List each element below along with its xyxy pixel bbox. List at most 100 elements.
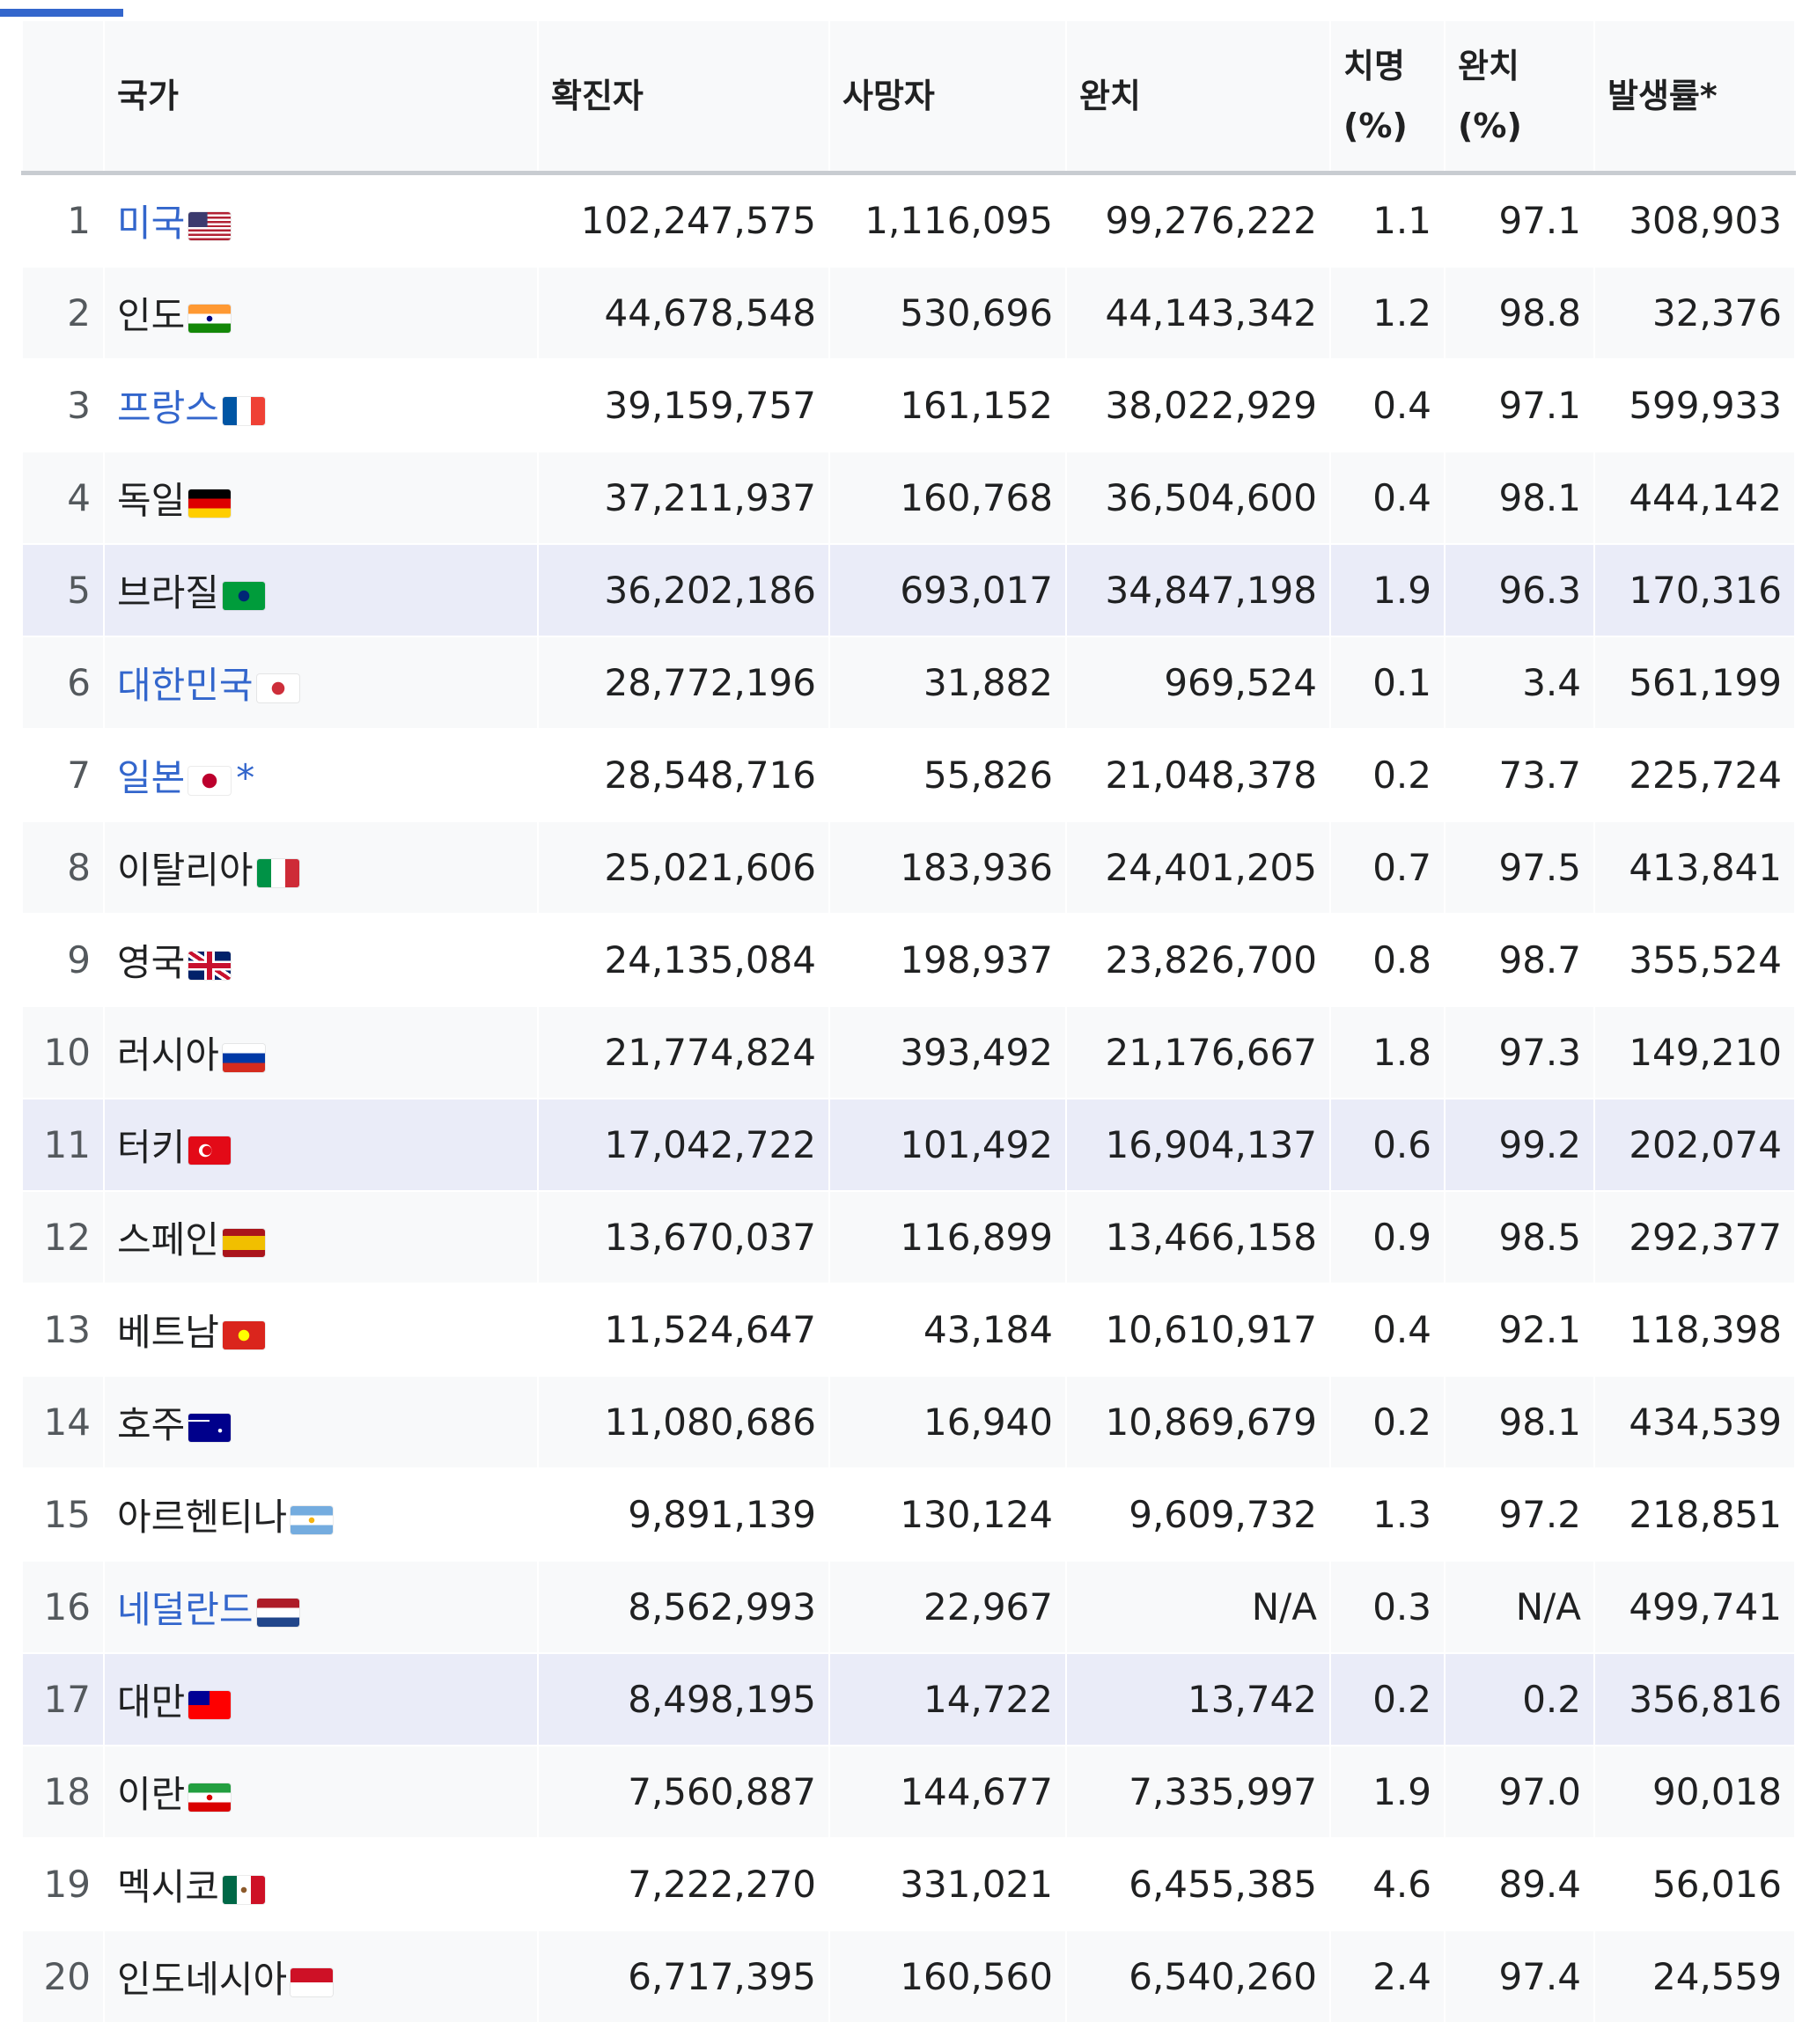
- incidence-cell: 170,316: [1593, 543, 1796, 637]
- table-body: 1 미국 102,247,575 1,116,095 99,276,222 1.1 97.1…: [21, 172, 1796, 2024]
- incidence-cell: 56,016: [1593, 1837, 1796, 1931]
- incidence-cell: 356,816: [1593, 1652, 1796, 1746]
- rank-cell: 3: [21, 358, 105, 452]
- rank-cell: 17: [21, 1652, 105, 1746]
- deaths-cell: 161,152: [828, 358, 1067, 452]
- incidence-cell: 444,142: [1593, 451, 1796, 545]
- flag-tr-icon: [188, 1136, 232, 1165]
- incidence-header[interactable]: 발생률*: [1593, 19, 1796, 175]
- fatality-rate-cell: 0.3: [1329, 1560, 1446, 1654]
- incidence-cell: 90,018: [1593, 1745, 1796, 1839]
- recovery-rate-cell: 89.4: [1444, 1837, 1595, 1931]
- recovery-rate-cell: 0.2: [1444, 1652, 1595, 1746]
- recovered-cell: 13,742: [1065, 1652, 1331, 1746]
- country-link[interactable]: 미국: [117, 202, 185, 245]
- country-name: 영국: [117, 941, 186, 984]
- country-link[interactable]: 네덜란드: [117, 1588, 254, 1631]
- flag-jp-icon: [188, 766, 232, 795]
- table-row: 9 영국 24,135,084 198,937 23,826,700 0.8 98.7 355…: [21, 913, 1796, 1007]
- confirmed-cell: 102,247,575: [537, 172, 830, 268]
- deaths-cell: 130,124: [828, 1467, 1067, 1562]
- table-row: 17 대만 8,498,195 14,722 13,742 0.2 0.2 356,816: [21, 1652, 1796, 1746]
- recovery-rate-cell: 3.4: [1444, 636, 1595, 730]
- deaths-header[interactable]: 사망자: [828, 19, 1067, 175]
- country-name: 멕시코: [117, 1865, 219, 1908]
- country-name: 이탈리아: [117, 849, 254, 892]
- country-cell: 호주: [103, 1375, 539, 1469]
- flag-ar-icon: [291, 1505, 334, 1534]
- country-name: 대만: [117, 1680, 186, 1724]
- table-row: 18 이란 7,560,887 144,677 7,335,997 1.9 97.0 90,0…: [21, 1745, 1796, 1839]
- fatality-rate-header-line2: (%): [1343, 107, 1408, 145]
- confirmed-cell: 11,524,647: [537, 1283, 830, 1377]
- fatality-rate-cell: 2.4: [1329, 1930, 1446, 2024]
- recovery-rate-cell: 97.1: [1444, 358, 1595, 452]
- country-name: 인도네시아: [117, 1958, 288, 2001]
- rank-cell: 13: [21, 1283, 105, 1377]
- flag-ir-icon: [188, 1783, 232, 1812]
- country-cell: 일본 *: [103, 728, 539, 822]
- recovered-cell: 34,847,198: [1065, 543, 1331, 637]
- recovery-rate-cell: 98.8: [1444, 266, 1595, 360]
- confirmed-cell: 8,498,195: [537, 1652, 830, 1746]
- incidence-cell: 355,524: [1593, 913, 1796, 1007]
- footnote-star[interactable]: *: [236, 756, 254, 799]
- recovery-rate-cell: 97.0: [1444, 1745, 1595, 1839]
- fatality-rate-header[interactable]: 치명 (%): [1329, 19, 1446, 175]
- confirmed-cell: 7,222,270: [537, 1837, 830, 1931]
- country-header[interactable]: 국가: [103, 19, 539, 175]
- table-row: 8 이탈리아 25,021,606 183,936 24,401,205 0.7 97.5 4…: [21, 820, 1796, 915]
- fatality-rate-cell: 0.4: [1329, 451, 1446, 545]
- flag-kr-icon: [256, 673, 299, 702]
- active-tab-indicator: [0, 9, 123, 17]
- recovery-rate-cell: 97.2: [1444, 1467, 1595, 1562]
- deaths-cell: 16,940: [828, 1375, 1067, 1469]
- rank-cell: 2: [21, 266, 105, 360]
- country-cell: 네덜란드: [103, 1560, 539, 1654]
- confirmed-header[interactable]: 확진자: [537, 19, 830, 175]
- country-link[interactable]: 프랑스: [117, 386, 219, 430]
- country-cell: 대한민국: [103, 636, 539, 730]
- confirmed-cell: 36,202,186: [537, 543, 830, 637]
- rank-cell: 6: [21, 636, 105, 730]
- recovered-cell: 969,524: [1065, 636, 1331, 730]
- flag-au-icon: [188, 1413, 232, 1442]
- flag-gb-icon: [188, 951, 232, 980]
- country-link[interactable]: 대한민국: [117, 664, 254, 707]
- fatality-rate-cell: 1.9: [1329, 543, 1446, 637]
- rank-header[interactable]: [21, 19, 105, 175]
- deaths-cell: 31,882: [828, 636, 1067, 730]
- rank-cell: 15: [21, 1467, 105, 1562]
- rank-cell: 12: [21, 1190, 105, 1284]
- table-row: 4 독일 37,211,937 160,768 36,504,600 0.4 98.1 444…: [21, 451, 1796, 545]
- recovered-cell: 44,143,342: [1065, 266, 1331, 360]
- recovery-rate-header-line2: (%): [1458, 107, 1522, 145]
- deaths-cell: 1,116,095: [828, 172, 1067, 268]
- recovery-rate-cell: 98.1: [1444, 1375, 1595, 1469]
- recovery-rate-header[interactable]: 완치 (%): [1444, 19, 1595, 175]
- flag-it-icon: [256, 858, 299, 887]
- flag-es-icon: [222, 1228, 265, 1257]
- recovered-cell: 36,504,600: [1065, 451, 1331, 545]
- recovered-cell: 9,609,732: [1065, 1467, 1331, 1562]
- rank-cell: 9: [21, 913, 105, 1007]
- table-row: 12 스페인 13,670,037 116,899 13,466,158 0.9 98.5 2…: [21, 1190, 1796, 1284]
- deaths-cell: 14,722: [828, 1652, 1067, 1746]
- country-name: 이란: [117, 1773, 186, 1816]
- deaths-cell: 101,492: [828, 1098, 1067, 1192]
- deaths-cell: 43,184: [828, 1283, 1067, 1377]
- table-row: 5 브라질 36,202,186 693,017 34,847,198 1.9 96.3 17…: [21, 543, 1796, 637]
- incidence-cell: 32,376: [1593, 266, 1796, 360]
- recovery-rate-cell: 73.7: [1444, 728, 1595, 822]
- fatality-rate-cell: 0.9: [1329, 1190, 1446, 1284]
- confirmed-cell: 13,670,037: [537, 1190, 830, 1284]
- fatality-rate-cell: 1.9: [1329, 1745, 1446, 1839]
- country-link[interactable]: 일본: [117, 756, 185, 799]
- country-name: 호주: [117, 1403, 186, 1446]
- recovered-header[interactable]: 완치: [1065, 19, 1331, 175]
- fatality-rate-cell: 0.2: [1329, 1375, 1446, 1469]
- country-cell: 대만: [103, 1652, 539, 1746]
- confirmed-cell: 25,021,606: [537, 820, 830, 915]
- rank-cell: 4: [21, 451, 105, 545]
- recovery-rate-header-line1: 완치: [1458, 47, 1519, 85]
